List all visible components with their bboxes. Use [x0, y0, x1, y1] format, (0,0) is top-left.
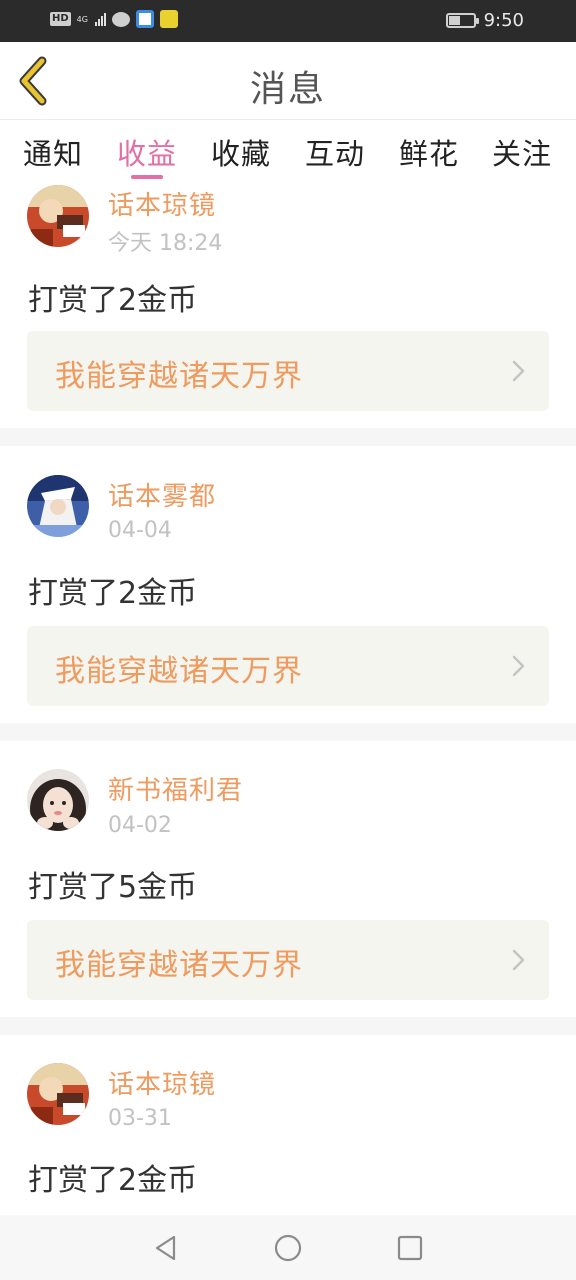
avatar-image [27, 185, 89, 247]
back-triangle-icon[interactable] [151, 1233, 181, 1263]
timestamp: 今天 18:24 [108, 231, 223, 256]
book-link[interactable]: 我能穿越诸天万界 [27, 920, 549, 1000]
timestamp: 04-02 [108, 813, 172, 838]
book-title: 我能穿越诸天万界 [55, 359, 303, 394]
message-text: 打赏了5金币 [28, 870, 198, 905]
active-tab-indicator [131, 175, 163, 179]
message-text: 打赏了2金币 [28, 576, 198, 611]
timestamp: 03-31 [108, 1106, 172, 1131]
avatar-image [27, 769, 89, 831]
message-card: 话本琼镜 03-31 打赏了2金币 [0, 1035, 576, 1215]
book-link[interactable]: 我能穿越诸天万界 [27, 331, 549, 411]
avatar[interactable] [27, 185, 89, 247]
system-nav-bar [0, 1215, 576, 1280]
wechat-icon [111, 11, 130, 27]
card-separator [0, 428, 576, 446]
message-card: 话本琼镜 今天 18:24 打赏了2金币 我能穿越诸天万界 [0, 183, 576, 428]
avatar[interactable] [27, 475, 89, 537]
battery-icon [445, 13, 479, 28]
app-icon [159, 10, 178, 28]
message-card: 话本雾都 04-04 打赏了2金币 我能穿越诸天万界 [0, 446, 576, 723]
message-text: 打赏了2金币 [28, 1163, 198, 1198]
header: 消息 [0, 42, 576, 120]
signal-icon [94, 12, 106, 26]
tab-following[interactable]: 关注 [492, 131, 552, 173]
chevron-right-icon [512, 655, 525, 677]
book-title: 我能穿越诸天万界 [55, 654, 303, 689]
username[interactable]: 话本琼镜 [108, 185, 216, 222]
message-text: 打赏了2金币 [28, 283, 198, 318]
username[interactable]: 新书福利君 [108, 770, 243, 807]
recents-square-icon[interactable] [395, 1233, 425, 1263]
network-type: 4G [76, 14, 88, 24]
avatar-image [27, 1063, 89, 1125]
tab-interactions[interactable]: 互动 [305, 131, 365, 173]
username[interactable]: 话本雾都 [108, 476, 216, 513]
tab-bar: 通知 收益 收藏 互动 鲜花 关注 [0, 121, 576, 183]
username[interactable]: 话本琼镜 [108, 1064, 216, 1101]
avatar[interactable] [27, 769, 89, 831]
card-separator [0, 1017, 576, 1035]
tab-flowers[interactable]: 鲜花 [399, 131, 459, 173]
message-feed[interactable]: 话本琼镜 今天 18:24 打赏了2金币 我能穿越诸天万界 话本雾都 04-04… [0, 183, 576, 1215]
book-title: 我能穿越诸天万界 [55, 948, 303, 983]
hd-badge: HD [50, 12, 71, 26]
tab-earnings[interactable]: 收益 [117, 131, 177, 173]
status-left-icons: HD 4G [50, 10, 178, 28]
card-separator [0, 723, 576, 741]
chevron-right-icon [512, 949, 525, 971]
page-title: 消息 [249, 69, 326, 110]
message-card: 新书福利君 04-02 打赏了5金币 我能穿越诸天万界 [0, 741, 576, 1017]
avatar-image [27, 475, 89, 537]
home-circle-icon[interactable] [273, 1233, 303, 1263]
timestamp: 04-04 [108, 518, 172, 543]
clock: 9:50 [483, 10, 524, 31]
tab-notifications[interactable]: 通知 [23, 131, 83, 173]
avatar[interactable] [27, 1063, 89, 1125]
status-bar: HD 4G 9:50 [0, 0, 576, 42]
status-right-icons: 9:50 [445, 10, 524, 31]
app-icon [135, 10, 154, 28]
tab-favorites[interactable]: 收藏 [211, 131, 271, 173]
chevron-right-icon [512, 360, 525, 382]
book-link[interactable]: 我能穿越诸天万界 [27, 626, 549, 706]
